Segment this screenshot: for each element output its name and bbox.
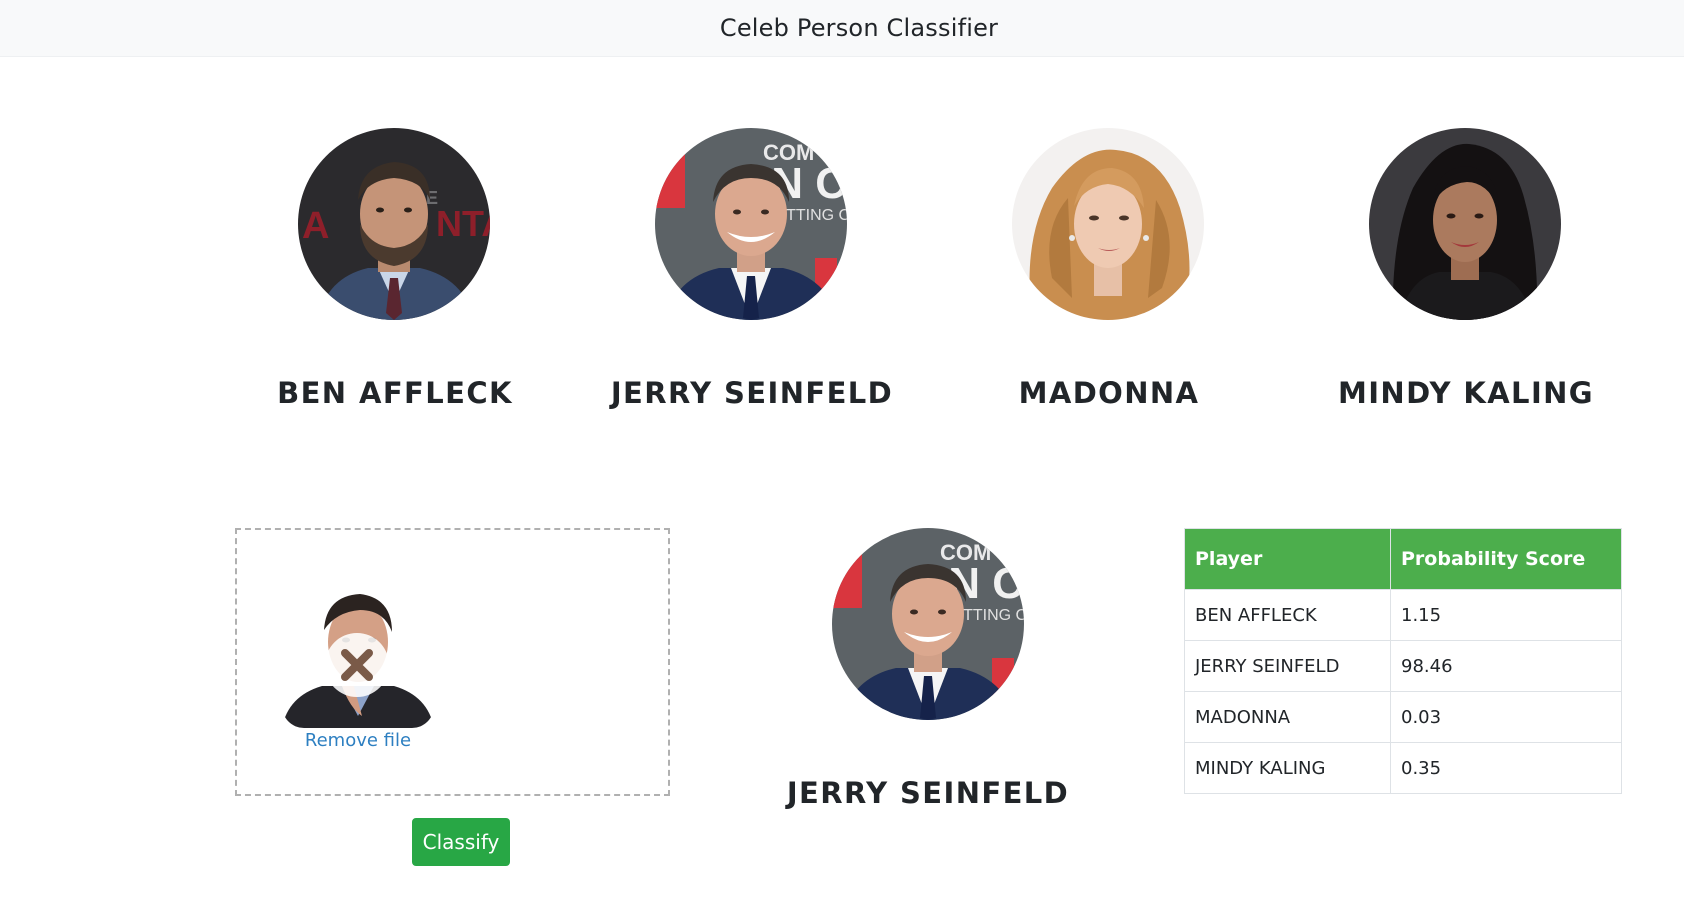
navbar: Celeb Person Classifier	[0, 0, 1684, 57]
score-cell: 98.46	[1390, 640, 1622, 692]
image-dropzone[interactable]: Remove file	[235, 528, 670, 796]
remove-file-x-icon[interactable]	[325, 633, 389, 697]
app-title: Celeb Person Classifier	[719, 14, 999, 42]
table-row: BEN AFFLECK 1.15	[1184, 589, 1622, 641]
score-cell: 1.15	[1390, 589, 1622, 641]
celeb-photo-madonna	[1012, 128, 1204, 320]
table-row: JERRY SEINFELD 98.46	[1184, 640, 1622, 692]
result-photo: COM IN C GETTING C	[832, 528, 1024, 720]
player-cell: JERRY SEINFELD	[1184, 640, 1391, 692]
probability-table: Player Probability Score BEN AFFLECK 1.1…	[1184, 528, 1622, 794]
svg-text:NTA: NTA	[436, 203, 490, 244]
celeb-name-madonna: MADONNA	[1018, 376, 1200, 410]
column-header-player: Player	[1184, 528, 1391, 590]
svg-text:A: A	[302, 205, 329, 247]
table-row: MADONNA 0.03	[1184, 691, 1622, 743]
player-cell: MINDY KALING	[1184, 742, 1391, 794]
column-header-probability: Probability Score	[1390, 528, 1622, 590]
celeb-name-jerry-seinfeld: JERRY SEINFELD	[610, 376, 894, 410]
score-cell: 0.03	[1390, 691, 1622, 743]
celeb-name-ben-affleck: BEN AFFLECK	[277, 376, 513, 410]
score-cell: 0.35	[1390, 742, 1622, 794]
table-header-row: Player Probability Score	[1184, 528, 1622, 590]
classify-button[interactable]: Classify	[412, 818, 510, 866]
player-cell: MADONNA	[1184, 691, 1391, 743]
remove-file-link[interactable]: Remove file	[282, 730, 434, 751]
celeb-photo-mindy-kaling	[1369, 128, 1561, 320]
table-row: MINDY KALING 0.35	[1184, 742, 1622, 794]
result-name: JERRY SEINFELD	[786, 776, 1070, 810]
celeb-name-mindy-kaling: MINDY KALING	[1337, 376, 1595, 410]
player-cell: BEN AFFLECK	[1184, 589, 1391, 641]
celeb-photo-ben-affleck: A NTA E	[298, 128, 490, 320]
celeb-photo-jerry-seinfeld: COM IN C GETTING C	[655, 128, 847, 320]
